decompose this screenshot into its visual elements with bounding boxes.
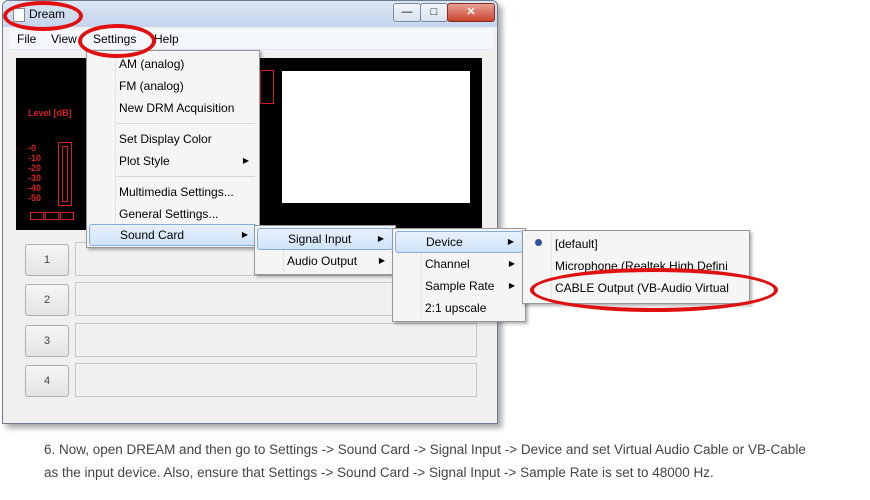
menu-item-label: FM (analog): [119, 79, 184, 93]
menu-item-device[interactable]: Device ▶: [395, 231, 523, 253]
menu-item-multimedia[interactable]: Multimedia Settings...: [89, 181, 257, 203]
scale-label: -40: [28, 183, 42, 193]
menu-item-label: Multimedia Settings...: [119, 185, 234, 199]
menu-item-signal-input[interactable]: Signal Input ▶: [257, 228, 393, 250]
menu-item-label: Sound Card: [120, 228, 185, 242]
scale-label: -10: [28, 153, 42, 163]
scale-label: -30: [28, 173, 42, 183]
radio-selected-icon: [535, 239, 542, 246]
signal-input-menu: Device ▶ Channel ▶ Sample Rate ▶ 2:1 upscal…: [392, 228, 526, 322]
caption: 6. Now, open DREAM and then go to Settin…: [44, 438, 864, 484]
scale-label: -50: [28, 193, 42, 203]
sound-card-menu: Signal Input ▶ Audio Output ▶: [254, 225, 396, 275]
menu-item-label: Device: [426, 235, 463, 249]
menu-separator: [117, 123, 255, 124]
menu-item-label: AM (analog): [119, 57, 185, 71]
menu-item-sound-card[interactable]: Sound Card ▶: [89, 224, 257, 246]
caption-line: as the input device. Also, ensure that S…: [44, 465, 714, 480]
menu-item-default-device[interactable]: [default]: [525, 233, 747, 255]
submenu-arrow-icon: ▶: [508, 259, 515, 268]
caption-line: 6. Now, open DREAM and then go to Settin…: [44, 442, 806, 457]
menu-item-plot-style[interactable]: Plot Style ▶: [89, 150, 257, 172]
menu-item-label: Plot Style: [119, 154, 170, 168]
scale-label: -20: [28, 163, 42, 173]
settings-menu: AM (analog) FM (analog) New DRM Acquisit…: [86, 50, 260, 248]
menu-item-new-drm[interactable]: New DRM Acquisition: [89, 97, 257, 119]
indicator-box: [30, 212, 44, 220]
row-button-4[interactable]: 4: [25, 365, 69, 397]
submenu-arrow-icon: ▶: [377, 234, 384, 243]
submenu-arrow-icon: ▶: [508, 281, 515, 290]
submenu-arrow-icon: ▶: [507, 237, 514, 246]
annotation-ellipse: [3, 1, 83, 31]
menu-view[interactable]: View: [51, 32, 77, 46]
menu-item-label: 2:1 upscale: [425, 301, 487, 315]
minimize-button[interactable]: —: [393, 3, 421, 22]
indicator-box: [45, 212, 59, 220]
annotation-ellipse: [78, 24, 156, 58]
menu-item-label: Set Display Color: [119, 132, 212, 146]
row-button-1[interactable]: 1: [25, 244, 69, 276]
menu-item-label: Signal Input: [288, 232, 352, 246]
row-field-4: [75, 363, 477, 397]
menu-item-audio-output[interactable]: Audio Output ▶: [257, 250, 393, 272]
annotation-ellipse: [530, 268, 778, 312]
submenu-arrow-icon: ▶: [378, 256, 385, 265]
row-field-3: [75, 323, 477, 357]
menu-file[interactable]: File: [17, 32, 36, 46]
row-button-2[interactable]: 2: [25, 284, 69, 316]
level-meter-bar: [62, 146, 68, 202]
submenu-arrow-icon: ▶: [242, 156, 249, 165]
menu-item-label: [default]: [555, 237, 598, 251]
menu-item-label: New DRM Acquisition: [119, 101, 235, 115]
scale-label: -0: [28, 143, 37, 153]
indicator-box: [60, 212, 74, 220]
level-meter: [58, 142, 72, 206]
menu-item-channel[interactable]: Channel ▶: [395, 253, 523, 275]
row-button-3[interactable]: 3: [25, 325, 69, 357]
menu-item-upscale[interactable]: 2:1 upscale: [395, 297, 523, 319]
menu-item-sample-rate[interactable]: Sample Rate ▶: [395, 275, 523, 297]
menu-item-label: General Settings...: [119, 207, 219, 221]
menu-item-general[interactable]: General Settings...: [89, 203, 257, 225]
plot-panel: [282, 71, 470, 203]
menu-item-label: Channel: [425, 257, 470, 271]
indicator-frame: [260, 70, 274, 104]
menu-item-display-color[interactable]: Set Display Color: [89, 128, 257, 150]
submenu-arrow-icon: ▶: [241, 230, 248, 239]
close-button[interactable]: ✕: [447, 3, 495, 22]
menu-separator: [117, 176, 255, 177]
level-label: Level [dB]: [28, 108, 72, 118]
menu-item-label: Sample Rate: [425, 279, 495, 293]
menu-item-label: Audio Output: [287, 254, 358, 268]
menu-item-fm[interactable]: FM (analog): [89, 75, 257, 97]
maximize-button[interactable]: □: [420, 3, 448, 22]
menu-help[interactable]: Help: [154, 32, 179, 46]
